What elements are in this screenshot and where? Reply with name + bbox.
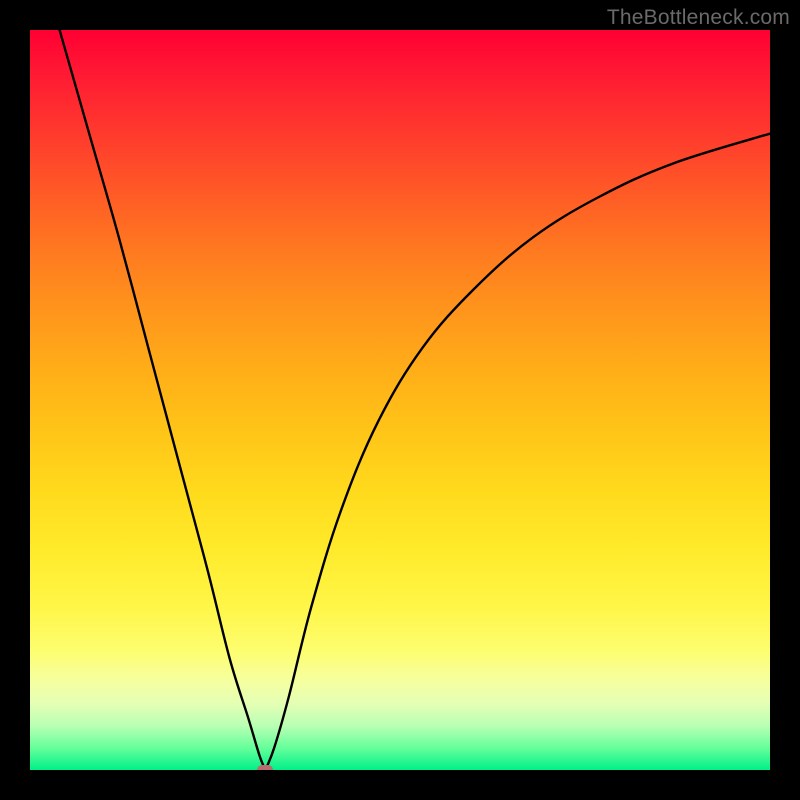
chart-frame: TheBottleneck.com	[0, 0, 800, 800]
curve-left-branch	[60, 30, 266, 770]
curve-right-branch	[265, 134, 770, 770]
plot-area	[30, 30, 770, 770]
watermark-text: TheBottleneck.com	[607, 6, 790, 30]
minimum-marker	[257, 765, 273, 770]
bottleneck-curve	[30, 30, 770, 770]
